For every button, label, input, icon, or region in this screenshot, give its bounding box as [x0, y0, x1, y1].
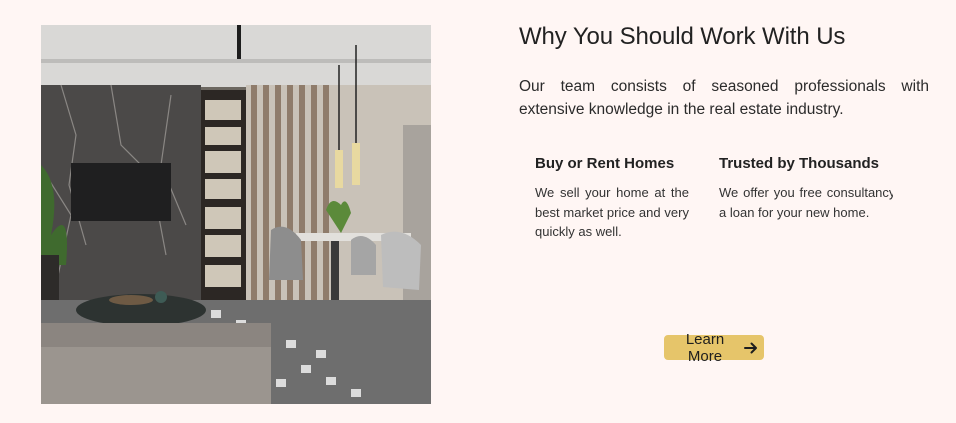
feature-buy-or-rent: Buy or Rent Homes We sell your home at t… [535, 154, 689, 242]
feature-trusted: Trusted by Thousands We offer you free c… [719, 154, 893, 222]
arrow-right-icon [744, 341, 758, 355]
section-title: Why You Should Work With Us [519, 23, 846, 50]
feature-title: Trusted by Thousands [719, 155, 880, 172]
feature-title: Buy or Rent Homes [535, 155, 675, 172]
feature-text: We offer you free consultancy to get a l… [719, 185, 893, 220]
section-intro: Our team consists of seasoned profession… [519, 78, 929, 118]
why-us-section: Why You Should Work With Us Our team con… [519, 22, 929, 121]
interior-photo [41, 25, 431, 404]
feature-text: We sell your home at the best market pri… [535, 185, 689, 239]
learn-more-button[interactable]: Learn More [664, 331, 764, 365]
learn-more-label: Learn More [685, 330, 725, 365]
page: Why You Should Work With Us Our team con… [0, 0, 956, 423]
features-list: Buy or Rent Homes We sell your home at t… [535, 154, 895, 244]
